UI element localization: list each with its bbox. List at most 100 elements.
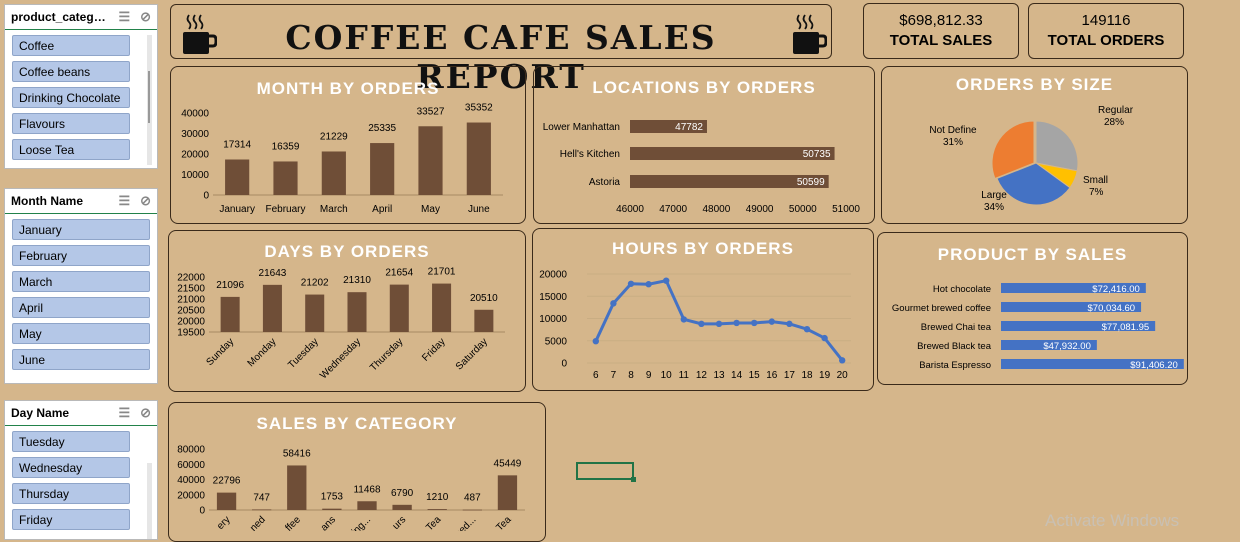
y-tick-label: 0 <box>561 359 567 370</box>
bar <box>466 122 491 195</box>
selected-cell[interactable] <box>576 462 636 482</box>
slicer-item-friday[interactable]: Friday <box>12 509 130 530</box>
clear-filter-icon[interactable]: ⊘ <box>140 193 151 209</box>
bar <box>418 126 443 195</box>
x-tick-label: Wednesday <box>318 336 363 381</box>
x-tick-label: 11 <box>679 370 690 381</box>
coffee-cup-icon <box>183 14 217 54</box>
x-tick-label: ffee <box>283 514 303 531</box>
fill-handle[interactable] <box>631 477 636 482</box>
y-tick-label: 20000 <box>177 317 205 328</box>
data-point <box>610 300 617 307</box>
slicer-item-wednesday[interactable]: Wednesday <box>12 457 130 478</box>
data-label: $70,034.60 <box>1088 303 1136 314</box>
slicer-item-may[interactable]: May <box>12 323 150 344</box>
slicer-item-april[interactable]: April <box>12 297 150 318</box>
slicer-item-coffee-beans[interactable]: Coffee beans <box>12 61 130 82</box>
x-tick-label: April <box>372 204 392 215</box>
data-label: 45449 <box>494 458 522 469</box>
bar <box>220 296 240 332</box>
x-tick-label: 13 <box>713 370 725 381</box>
x-tick-label: urs <box>391 514 409 531</box>
x-tick-label: ery <box>215 514 233 531</box>
data-point <box>627 280 635 287</box>
x-tick-label: 16 <box>766 370 778 381</box>
slicer-item-coffee[interactable]: Coffee <box>12 35 130 56</box>
total-orders-label: TOTAL ORDERS <box>1047 32 1165 49</box>
bar <box>252 509 272 511</box>
y-tick-label: 15000 <box>539 292 567 303</box>
multi-select-icon[interactable]: ☰ <box>118 405 130 421</box>
data-label: 22796 <box>213 476 241 487</box>
slicer-header: product_category ☰ ⊘ <box>5 5 157 30</box>
location-orders-card: LOCATIONS BY ORDERS Lower Manhattan 47782… <box>533 66 875 224</box>
y-tick-label: 21500 <box>177 284 205 295</box>
bar <box>357 501 377 510</box>
x-tick-label: Friday <box>420 336 447 363</box>
data-label: 6790 <box>391 488 414 499</box>
location-orders-chart: Lower Manhattan 47782 Hell's Kitchen 50735 A… <box>543 120 860 215</box>
slicer-scroll-thumb[interactable] <box>148 71 150 123</box>
data-label: 17314 <box>223 140 251 151</box>
data-point <box>715 320 723 328</box>
slicer-item-loose-tea[interactable]: Loose Tea <box>12 139 130 160</box>
bar <box>321 151 346 195</box>
bar <box>392 504 412 510</box>
slicer-item-march[interactable]: March <box>12 271 150 292</box>
data-label: 21310 <box>343 275 371 286</box>
bar <box>462 509 482 511</box>
x-tick-label: 15 <box>749 370 761 381</box>
x-tick-label: Tea <box>424 514 443 531</box>
y-tick-label: 20000 <box>181 150 209 161</box>
y-tick-label: 10000 <box>181 170 209 181</box>
bar <box>273 161 298 195</box>
multi-select-icon[interactable]: ☰ <box>118 9 130 25</box>
x-tick-label: 7 <box>611 370 617 381</box>
data-point <box>821 334 828 342</box>
data-label: 21701 <box>428 267 456 278</box>
pie-slice <box>1035 120 1079 172</box>
slicer-item-drinking-chocolate[interactable]: Drinking Chocolate <box>12 87 130 108</box>
data-label: 50735 <box>803 149 831 160</box>
x-tick-label: 14 <box>731 370 743 381</box>
slicer-item-tuesday[interactable]: Tuesday <box>12 431 130 452</box>
bar <box>474 309 494 332</box>
x-tick-label: 20 <box>837 370 849 381</box>
total-sales-card: $698,812.33 TOTAL SALES <box>863 3 1019 59</box>
slicer-item-february[interactable]: February <box>12 245 150 266</box>
category-sales-chart: 0 20000 40000 60000 80000 22796 ery 747 ned 58416… <box>177 445 525 531</box>
slicer-item-january[interactable]: January <box>12 219 150 240</box>
x-tick-label: Monday <box>246 336 279 369</box>
slicer-item-thursday[interactable]: Thursday <box>12 483 130 504</box>
y-category-label: Astoria <box>589 177 621 188</box>
x-tick-label: 48000 <box>702 204 730 215</box>
bar <box>497 475 518 510</box>
x-tick-label: ned <box>248 514 268 531</box>
y-tick-label: 40000 <box>181 109 209 120</box>
x-tick-label: 8 <box>628 370 634 381</box>
data-label: $91,406.20 <box>1130 360 1178 371</box>
slice-label: Small <box>1083 175 1108 186</box>
y-category-label: Hot chocolate <box>933 284 991 295</box>
data-label: 1210 <box>426 492 449 503</box>
data-label: 747 <box>253 492 270 503</box>
bar <box>370 143 395 195</box>
x-tick-label: Tuesday <box>286 336 321 371</box>
multi-select-icon[interactable]: ☰ <box>118 193 130 209</box>
slicer-item-june[interactable]: June <box>12 349 150 370</box>
data-label: 33527 <box>417 106 445 117</box>
clear-filter-icon[interactable]: ⊘ <box>140 9 151 25</box>
total-sales-value: $698,812.33 <box>899 12 983 29</box>
bar <box>262 284 282 332</box>
slicer-scrollbar[interactable] <box>147 463 152 539</box>
total-sales-label: TOTAL SALES <box>889 32 993 49</box>
series-line <box>594 278 844 362</box>
data-point <box>645 281 652 288</box>
clear-filter-icon[interactable]: ⊘ <box>140 405 151 421</box>
slicer-item-flavours[interactable]: Flavours <box>12 113 130 134</box>
day-orders-chart: 195002000020500210002150022000 21096 Sunda… <box>177 267 505 381</box>
x-tick-label: 17 <box>784 370 796 381</box>
x-tick-label: February <box>265 204 305 215</box>
y-tick-label: 60000 <box>177 460 205 471</box>
y-tick-label: 10000 <box>539 314 567 325</box>
